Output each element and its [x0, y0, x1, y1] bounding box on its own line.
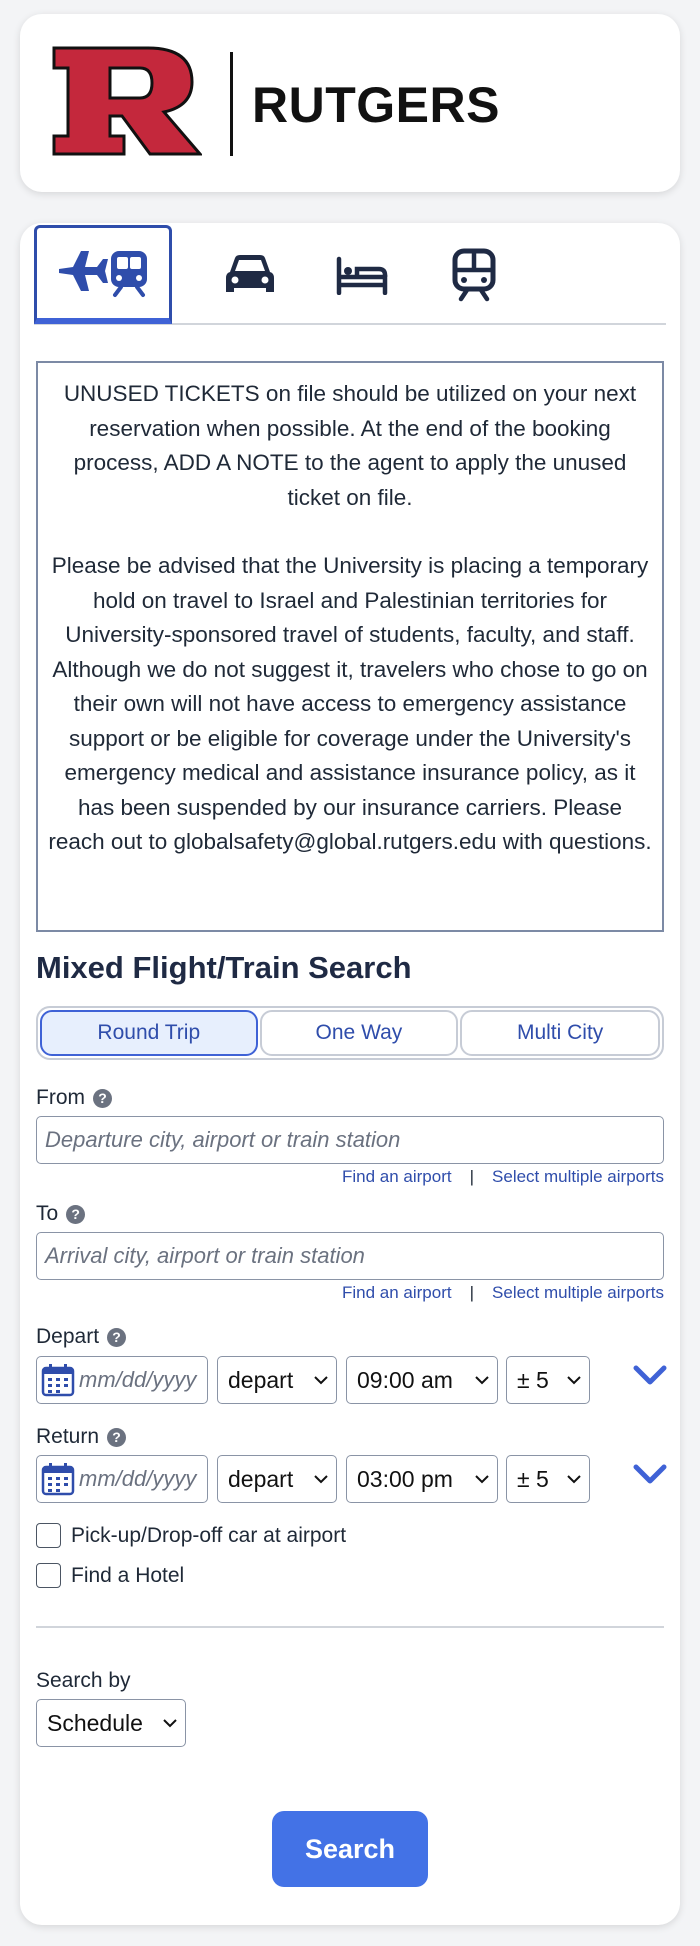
return-range-select[interactable]: ± 5 — [506, 1455, 590, 1503]
booking-card: UNUSED TICKETS on file should be utilize… — [20, 223, 680, 1925]
expand-chevron-icon[interactable] — [632, 1360, 668, 1390]
link-separator: | — [469, 1167, 475, 1186]
divider — [36, 1626, 664, 1628]
depart-time-select[interactable]: 09:00 am — [346, 1356, 498, 1404]
rutgers-logo[interactable]: RUTGERS — [52, 46, 499, 158]
select-multiple-airports-link[interactable]: Select multiple airports — [492, 1167, 664, 1187]
return-date-placeholder: mm/dd/yyyy — [79, 1466, 197, 1491]
help-icon[interactable]: ? — [66, 1204, 86, 1224]
notice-unused-tickets: UNUSED TICKETS on file should be utilize… — [63, 381, 637, 510]
return-type-value: depart — [228, 1465, 294, 1492]
chevron-down-icon — [314, 1376, 328, 1385]
return-range-value: ± 5 — [517, 1465, 549, 1492]
trip-multi-city-button[interactable]: Multi City — [460, 1010, 660, 1056]
calendar-icon[interactable] — [41, 1462, 75, 1496]
trip-type-selector: Round Trip One Way Multi City — [36, 1006, 664, 1060]
chevron-down-icon — [314, 1475, 328, 1484]
from-input[interactable]: Departure city, airport or train station — [36, 1116, 664, 1164]
from-label: From — [36, 1086, 85, 1109]
select-multiple-airports-link[interactable]: Select multiple airports — [492, 1283, 664, 1303]
plane-train-icon — [59, 251, 147, 297]
depart-label-row: Depart ? — [36, 1325, 127, 1349]
hotel-option-row[interactable]: Find a Hotel — [36, 1563, 184, 1588]
tab-flight-train[interactable] — [34, 225, 172, 324]
help-icon[interactable]: ? — [93, 1088, 112, 1108]
return-row: mm/dd/yyyy depart 03:00 pm ± 5 — [36, 1455, 667, 1503]
to-links: Find an airport | Select multiple airpor… — [342, 1283, 664, 1303]
depart-range-select[interactable]: ± 5 — [506, 1356, 590, 1404]
chevron-down-icon — [163, 1719, 177, 1728]
link-separator: | — [469, 1283, 475, 1302]
trip-one-way-button[interactable]: One Way — [259, 1010, 459, 1056]
depart-date-input[interactable]: mm/dd/yyyy — [36, 1356, 208, 1404]
travel-notice: UNUSED TICKETS on file should be utilize… — [36, 361, 664, 932]
return-date-input[interactable]: mm/dd/yyyy — [36, 1455, 208, 1503]
chevron-down-icon — [475, 1376, 489, 1385]
find-airport-link[interactable]: Find an airport — [342, 1167, 452, 1187]
depart-row: mm/dd/yyyy depart 09:00 am ± 5 — [36, 1356, 667, 1404]
to-input[interactable]: Arrival city, airport or train station — [36, 1232, 664, 1280]
tab-train[interactable] — [434, 225, 514, 324]
depart-type-select[interactable]: depart — [217, 1356, 337, 1404]
from-label-row: From ? — [36, 1086, 112, 1110]
train-icon — [452, 248, 496, 301]
search-button[interactable]: Search — [272, 1811, 428, 1887]
depart-date-placeholder: mm/dd/yyyy — [79, 1367, 197, 1392]
search-title: Mixed Flight/Train Search — [36, 950, 412, 985]
depart-range-value: ± 5 — [517, 1366, 549, 1393]
search-by-select[interactable]: Schedule — [36, 1699, 186, 1747]
car-checkbox[interactable] — [36, 1523, 61, 1548]
return-time-select[interactable]: 03:00 pm — [346, 1455, 498, 1503]
find-airport-link[interactable]: Find an airport — [342, 1283, 452, 1303]
chevron-down-icon — [567, 1376, 581, 1385]
hotel-checkbox[interactable] — [36, 1563, 61, 1588]
brand-name: RUTGERS — [252, 77, 500, 133]
car-option-label: Pick-up/Drop-off car at airport — [71, 1523, 347, 1547]
header-card: RUTGERS — [20, 14, 680, 192]
trip-round-trip-button[interactable]: Round Trip — [40, 1010, 258, 1056]
depart-time-value: 09:00 am — [357, 1366, 453, 1393]
help-icon[interactable]: ? — [107, 1427, 127, 1447]
logo-divider — [230, 52, 233, 156]
mode-tabs — [34, 225, 666, 325]
return-label-row: Return ? — [36, 1425, 127, 1449]
tab-car[interactable] — [210, 225, 290, 324]
chevron-down-icon — [475, 1475, 489, 1484]
return-label: Return — [36, 1425, 100, 1448]
to-label-row: To ? — [36, 1202, 86, 1226]
car-option-row[interactable]: Pick-up/Drop-off car at airport — [36, 1523, 346, 1548]
chevron-down-icon — [567, 1475, 581, 1484]
rutgers-r-logo-icon — [52, 46, 202, 156]
from-links: Find an airport | Select multiple airpor… — [342, 1167, 664, 1187]
expand-chevron-icon[interactable] — [632, 1459, 668, 1489]
return-time-value: 03:00 pm — [357, 1465, 453, 1492]
notice-travel-hold: Please be advised that the University is… — [48, 553, 652, 854]
search-by-value: Schedule — [47, 1709, 143, 1736]
to-label: To — [36, 1202, 59, 1225]
hotel-option-label: Find a Hotel — [71, 1563, 185, 1587]
return-type-select[interactable]: depart — [217, 1455, 337, 1503]
depart-type-value: depart — [228, 1366, 294, 1393]
calendar-icon[interactable] — [41, 1363, 75, 1397]
help-icon[interactable]: ? — [107, 1327, 127, 1347]
bed-icon — [336, 256, 388, 295]
car-icon — [226, 254, 274, 292]
tab-hotel[interactable] — [322, 225, 402, 324]
search-by-label: Search by — [36, 1669, 131, 1692]
depart-label: Depart — [36, 1325, 100, 1348]
